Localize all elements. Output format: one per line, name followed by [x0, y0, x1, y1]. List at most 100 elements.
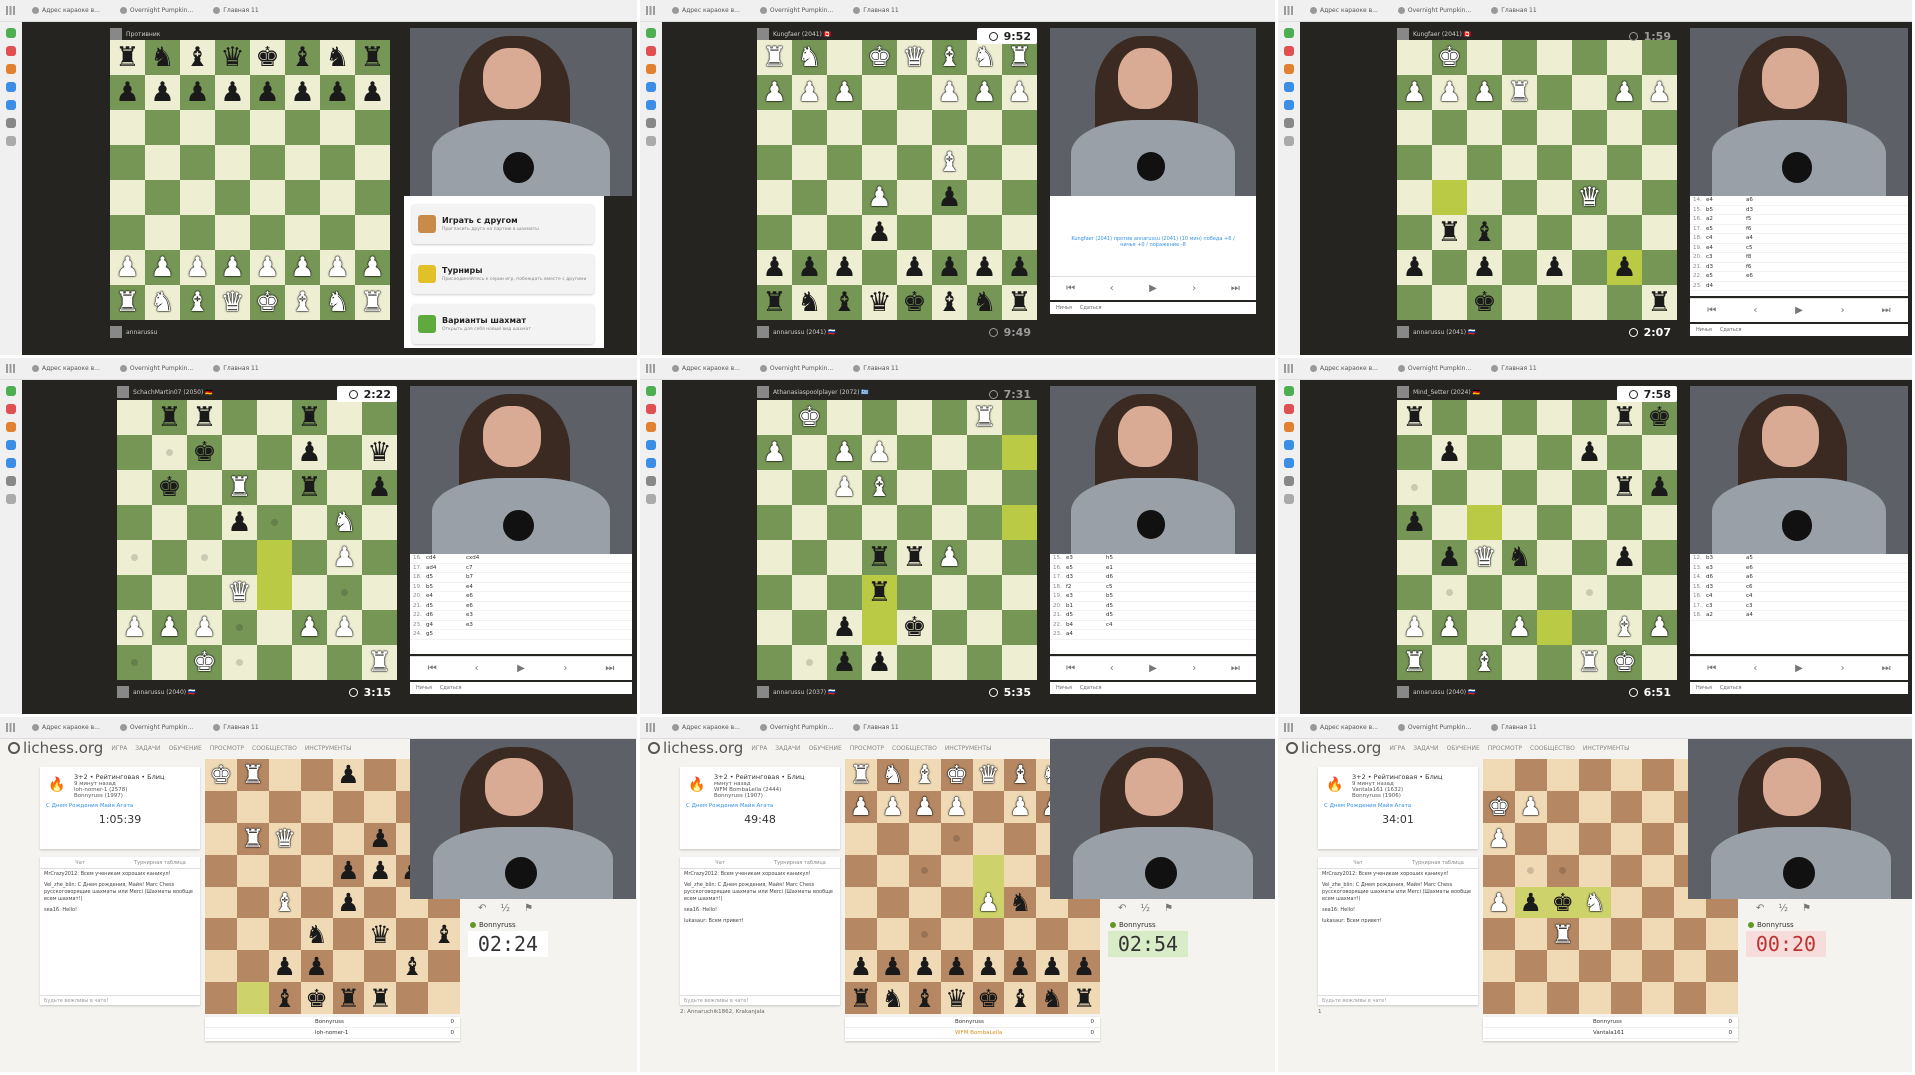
board-square[interactable] — [1397, 110, 1432, 145]
board-square[interactable] — [1607, 145, 1642, 180]
board-square[interactable] — [1467, 110, 1502, 145]
board-square[interactable] — [300, 854, 333, 887]
browser-tab[interactable]: Главная 11 — [845, 365, 906, 372]
browser-tab[interactable]: Overnight Pumpkin... — [752, 7, 841, 14]
last-move-button[interactable]: ⏭ — [588, 657, 632, 680]
chess-piece[interactable]: ♟ — [762, 439, 786, 466]
board-square[interactable]: ♟ — [827, 435, 862, 470]
black-move[interactable]: d6 — [1106, 574, 1146, 580]
board-square[interactable] — [268, 854, 301, 887]
board-square[interactable] — [845, 854, 877, 887]
lichess-nav-link[interactable]: ИНСТРУМЕНТЫ — [945, 745, 992, 752]
board-square[interactable]: ♚ — [250, 285, 285, 320]
board-square[interactable]: ♝ — [1467, 645, 1502, 680]
board-square[interactable] — [1642, 215, 1677, 250]
board-square[interactable] — [110, 215, 145, 250]
white-move[interactable]: e4 — [1706, 245, 1746, 251]
chess-piece[interactable]: ♟ — [1437, 544, 1461, 571]
board-square[interactable] — [1002, 215, 1037, 250]
board-square[interactable] — [215, 215, 250, 250]
board-square[interactable] — [292, 505, 327, 540]
board-square[interactable] — [236, 790, 269, 823]
board-square[interactable]: ♟ — [180, 75, 215, 110]
browser-tab[interactable]: Адрес караоке в... — [1302, 365, 1386, 372]
chess-piece[interactable]: ♟ — [337, 858, 359, 883]
chess-piece[interactable]: ♞ — [882, 986, 904, 1011]
board-square[interactable] — [862, 110, 897, 145]
chat-tab[interactable]: Чат — [680, 857, 760, 868]
board-square[interactable]: ♝ — [1607, 610, 1642, 645]
board-square[interactable] — [1036, 918, 1069, 951]
board-square[interactable] — [300, 790, 333, 823]
board-square[interactable] — [1432, 285, 1467, 320]
white-move[interactable]: d3 — [1706, 264, 1746, 270]
chess-piece[interactable]: ♛ — [369, 922, 391, 947]
board-square[interactable] — [862, 400, 897, 435]
board-square[interactable] — [257, 400, 292, 435]
board-square[interactable] — [257, 540, 292, 575]
board-square[interactable]: ♟ — [1642, 470, 1677, 505]
board-square[interactable] — [327, 575, 362, 610]
board-square[interactable]: ♟ — [285, 75, 320, 110]
chess-piece[interactable]: ♟ — [290, 254, 314, 281]
browser-tab[interactable]: Главная 11 — [1483, 365, 1544, 372]
white-move[interactable]: b1 — [1066, 603, 1106, 609]
chess-piece[interactable]: ♜ — [337, 986, 359, 1011]
chess-piece[interactable]: ♜ — [762, 44, 786, 71]
board-square[interactable]: ♟ — [1607, 540, 1642, 575]
board-square[interactable]: ♚ — [1642, 400, 1677, 435]
board-square[interactable] — [1642, 540, 1677, 575]
board-square[interactable] — [1002, 435, 1037, 470]
lichess-nav-link[interactable]: ЗАДАЧИ — [775, 745, 800, 752]
board-square[interactable]: ♟ — [940, 790, 973, 823]
board-square[interactable] — [1546, 854, 1579, 887]
board-square[interactable] — [1572, 285, 1607, 320]
chess-piece[interactable]: ♜ — [115, 44, 139, 71]
board-square[interactable] — [332, 950, 365, 983]
chess-piece[interactable]: ♚ — [867, 44, 891, 71]
board-square[interactable] — [1397, 145, 1432, 180]
board-square[interactable] — [897, 215, 932, 250]
chess-piece[interactable]: ♞ — [1041, 986, 1063, 1011]
board-square[interactable] — [1537, 110, 1572, 145]
chess-piece[interactable]: ♛ — [867, 289, 891, 316]
chess-piece[interactable]: ♜ — [1612, 404, 1636, 431]
sidebar-app-icon[interactable] — [1284, 476, 1294, 486]
chess-piece[interactable]: ♛ — [902, 44, 926, 71]
white-move[interactable]: d5 — [426, 603, 466, 609]
prev-move-button[interactable]: ‹ — [454, 657, 498, 680]
chess-piece[interactable]: ♟ — [185, 254, 209, 281]
black-move[interactable]: d5 — [1106, 612, 1146, 618]
board-square[interactable] — [792, 540, 827, 575]
board-square[interactable]: ♟ — [250, 250, 285, 285]
board-square[interactable]: ♛ — [215, 285, 250, 320]
board-square[interactable] — [1537, 400, 1572, 435]
lichess-player[interactable]: Bonnyruss — [470, 921, 516, 929]
board-square[interactable] — [222, 540, 257, 575]
chess-piece[interactable]: ♟ — [1437, 614, 1461, 641]
board-square[interactable]: ♟ — [1068, 950, 1100, 983]
browser-tab[interactable]: Overnight Pumpkin... — [112, 365, 201, 372]
board-square[interactable]: ♟ — [967, 250, 1002, 285]
board-square[interactable] — [967, 645, 1002, 680]
sidebar-app-icon[interactable] — [1284, 64, 1294, 74]
board-square[interactable] — [1546, 822, 1579, 855]
board-square[interactable] — [1610, 918, 1643, 951]
board-square[interactable] — [355, 215, 390, 250]
board-square[interactable]: ♟ — [300, 950, 333, 983]
board-square[interactable] — [268, 790, 301, 823]
chess-piece[interactable]: ♜ — [902, 544, 926, 571]
board-square[interactable] — [117, 645, 152, 680]
board-square[interactable]: ♟ — [876, 790, 909, 823]
chess-piece[interactable]: ♟ — [1647, 614, 1671, 641]
board-square[interactable]: ♟ — [320, 75, 355, 110]
board-square[interactable] — [215, 180, 250, 215]
board-square[interactable]: ♞ — [300, 918, 333, 951]
board-square[interactable] — [1004, 854, 1037, 887]
board-square[interactable]: ♞ — [145, 285, 180, 320]
chess-piece[interactable]: ♟ — [332, 544, 356, 571]
prev-move-button[interactable]: ‹ — [1091, 277, 1132, 300]
chess-piece[interactable]: ♛ — [1472, 544, 1496, 571]
board-square[interactable] — [897, 75, 932, 110]
chess-piece[interactable]: ♝ — [273, 986, 295, 1011]
